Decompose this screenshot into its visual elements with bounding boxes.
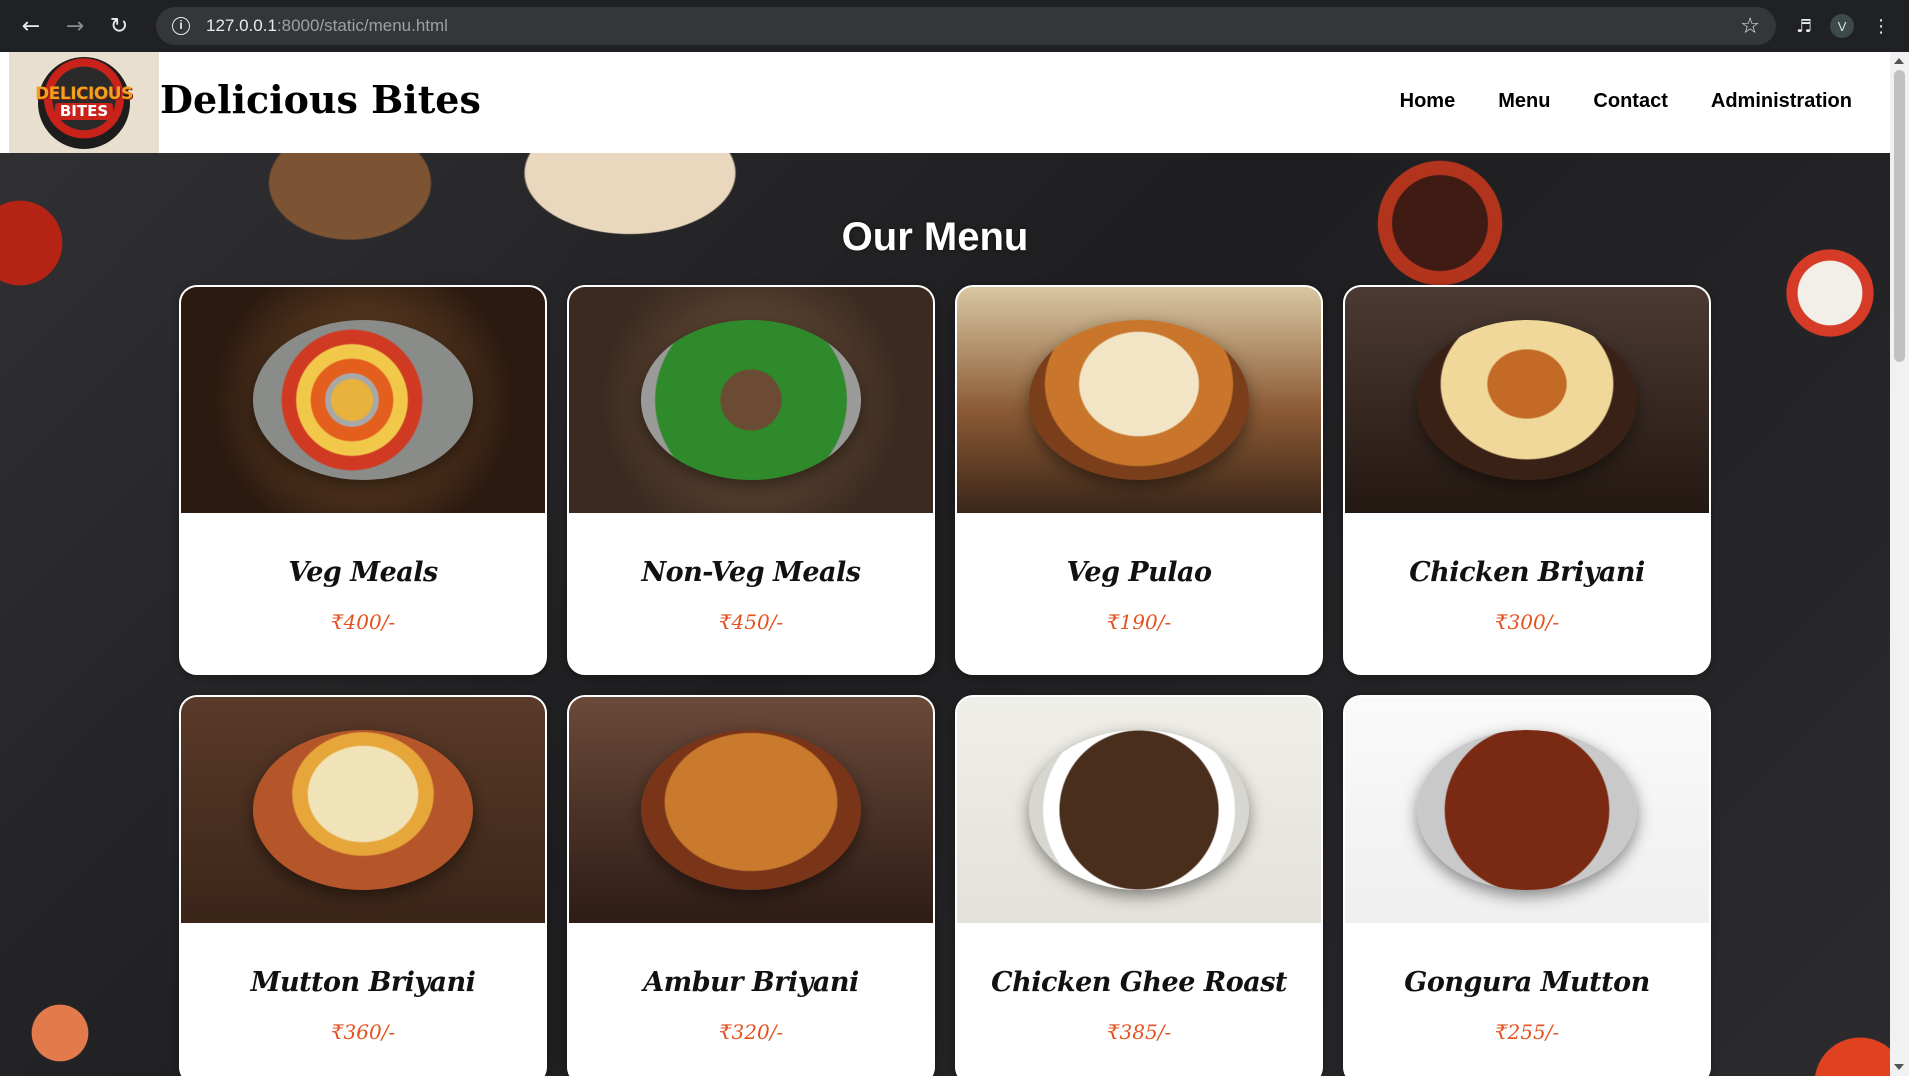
- nav-menu[interactable]: Menu: [1498, 90, 1550, 113]
- dish-price: ₹360/-: [330, 1020, 396, 1044]
- dish-name: Veg Meals: [288, 557, 438, 588]
- dish-price: ₹320/-: [718, 1020, 784, 1044]
- scroll-down-arrow-icon[interactable]: [1894, 1064, 1904, 1070]
- logo[interactable]: DELICIOUS BITES: [9, 52, 159, 153]
- address-bar[interactable]: i 127.0.0.1:8000/static/menu.html ☆: [156, 7, 1776, 45]
- dish-image: [957, 697, 1321, 923]
- reload-icon[interactable]: ↻: [100, 7, 138, 45]
- dish-name: Non-Veg Meals: [641, 557, 861, 588]
- menu-card[interactable]: Veg Meals ₹400/-: [179, 285, 547, 675]
- scrollbar-thumb[interactable]: [1894, 70, 1905, 362]
- dish-image: [569, 697, 933, 923]
- info-icon[interactable]: i: [172, 17, 190, 35]
- main-nav: Home Menu Contact Administration: [1400, 90, 1852, 113]
- dish-price: ₹400/-: [330, 610, 396, 634]
- scroll-up-arrow-icon[interactable]: [1894, 58, 1904, 64]
- nav-administration[interactable]: Administration: [1711, 90, 1852, 113]
- site-title: Delicious Bites: [160, 77, 481, 122]
- page-viewport: DELICIOUS BITES Delicious Bites Home Men…: [0, 52, 1909, 1076]
- logo-badge: DELICIOUS BITES: [35, 56, 133, 149]
- menu-grid: Veg Meals ₹400/- Non-Veg Meals ₹450/- Ve…: [179, 285, 1711, 1076]
- forward-arrow-icon[interactable]: →: [56, 7, 94, 45]
- vertical-scrollbar[interactable]: [1890, 52, 1909, 1076]
- logo-text-2: BITES: [54, 103, 114, 120]
- menu-card[interactable]: Gongura Mutton ₹255/-: [1343, 695, 1711, 1076]
- menu-card[interactable]: Mutton Briyani ₹360/-: [179, 695, 547, 1076]
- dish-price: ₹450/-: [718, 610, 784, 634]
- menu-card[interactable]: Chicken Ghee Roast ₹385/-: [955, 695, 1323, 1076]
- menu-card[interactable]: Non-Veg Meals ₹450/-: [567, 285, 935, 675]
- dish-name: Chicken Briyani: [1409, 557, 1645, 588]
- dish-image: [1345, 287, 1709, 513]
- dish-image: [957, 287, 1321, 513]
- menu-section: Our Menu Veg Meals ₹400/- Non-Veg Meals …: [0, 153, 1890, 1076]
- site-header: DELICIOUS BITES Delicious Bites Home Men…: [0, 52, 1890, 153]
- url-host: 127.0.0.1: [206, 16, 277, 35]
- dish-name: Ambur Briyani: [643, 967, 859, 998]
- dish-name: Gongura Mutton: [1404, 967, 1650, 998]
- media-queue-icon[interactable]: ♬: [1796, 16, 1812, 37]
- url-path: :8000/static/menu.html: [276, 16, 448, 35]
- star-icon[interactable]: ☆: [1740, 14, 1760, 39]
- menu-card[interactable]: Veg Pulao ₹190/-: [955, 285, 1323, 675]
- dish-price: ₹190/-: [1106, 610, 1172, 634]
- dish-image: [569, 287, 933, 513]
- dish-name: Mutton Briyani: [250, 967, 476, 998]
- menu-card[interactable]: Chicken Briyani ₹300/-: [1343, 285, 1711, 675]
- dish-price: ₹300/-: [1494, 610, 1560, 634]
- dish-image: [1345, 697, 1709, 923]
- logo-text-1: DELICIOUS: [35, 84, 133, 104]
- dish-price: ₹255/-: [1494, 1020, 1560, 1044]
- browser-toolbar: ← → ↻ i 127.0.0.1:8000/static/menu.html …: [0, 0, 1909, 52]
- kebab-menu-icon[interactable]: ⋮: [1872, 16, 1890, 37]
- nav-home[interactable]: Home: [1400, 90, 1456, 113]
- dish-name: Veg Pulao: [1066, 557, 1212, 588]
- menu-card[interactable]: Ambur Briyani ₹320/-: [567, 695, 935, 1076]
- profile-avatar[interactable]: V: [1830, 14, 1855, 38]
- dish-name: Chicken Ghee Roast: [991, 967, 1287, 998]
- dish-price: ₹385/-: [1106, 1020, 1172, 1044]
- dish-image: [181, 287, 545, 513]
- nav-contact[interactable]: Contact: [1593, 90, 1667, 113]
- dish-image: [181, 697, 545, 923]
- back-arrow-icon[interactable]: ←: [12, 7, 50, 45]
- page-heading: Our Menu: [841, 215, 1029, 259]
